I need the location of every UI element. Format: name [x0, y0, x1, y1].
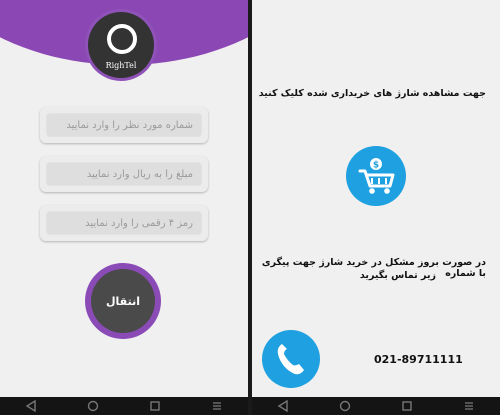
shopping-cart-icon: $ — [358, 158, 395, 194]
transfer-button[interactable]: انتقال — [91, 269, 155, 333]
support-phone-number: 021-89711111 — [374, 353, 463, 366]
pin-input[interactable] — [46, 211, 202, 235]
app-logo: RighTel — [88, 12, 154, 78]
home-icon[interactable] — [334, 399, 356, 413]
navigation-bar — [0, 397, 248, 415]
recent-apps-icon[interactable] — [144, 399, 166, 413]
purchased-charges-button[interactable]: $ — [346, 146, 406, 206]
transfer-button-ring: انتقال — [85, 263, 161, 339]
amount-field — [40, 156, 208, 192]
phone-number-field — [40, 107, 208, 143]
phone-number-input[interactable] — [46, 113, 202, 137]
call-support-button[interactable] — [262, 330, 320, 388]
logo-text: RighTel — [105, 61, 137, 70]
svg-text:$: $ — [373, 161, 379, 171]
menu-icon[interactable] — [206, 399, 228, 413]
amount-input[interactable] — [46, 162, 202, 186]
support-text-line2: زیر تماس بگیرید — [359, 270, 436, 281]
pin-field — [40, 205, 208, 241]
menu-icon[interactable] — [458, 399, 480, 413]
circle-logo-icon — [107, 24, 137, 54]
support-screen: جهت مشاهده شارژ های خریداری شده کلیک کنی… — [252, 0, 500, 415]
navigation-bar — [252, 397, 500, 415]
home-icon[interactable] — [82, 399, 104, 413]
charge-transfer-screen: RighTel انتقال — [0, 0, 248, 415]
recent-apps-icon[interactable] — [396, 399, 418, 413]
phone-icon — [277, 344, 304, 375]
back-icon[interactable] — [272, 399, 294, 413]
view-charges-text: جهت مشاهده شارژ های خریداری شده کلیک کنی… — [258, 88, 486, 99]
back-icon[interactable] — [20, 399, 42, 413]
